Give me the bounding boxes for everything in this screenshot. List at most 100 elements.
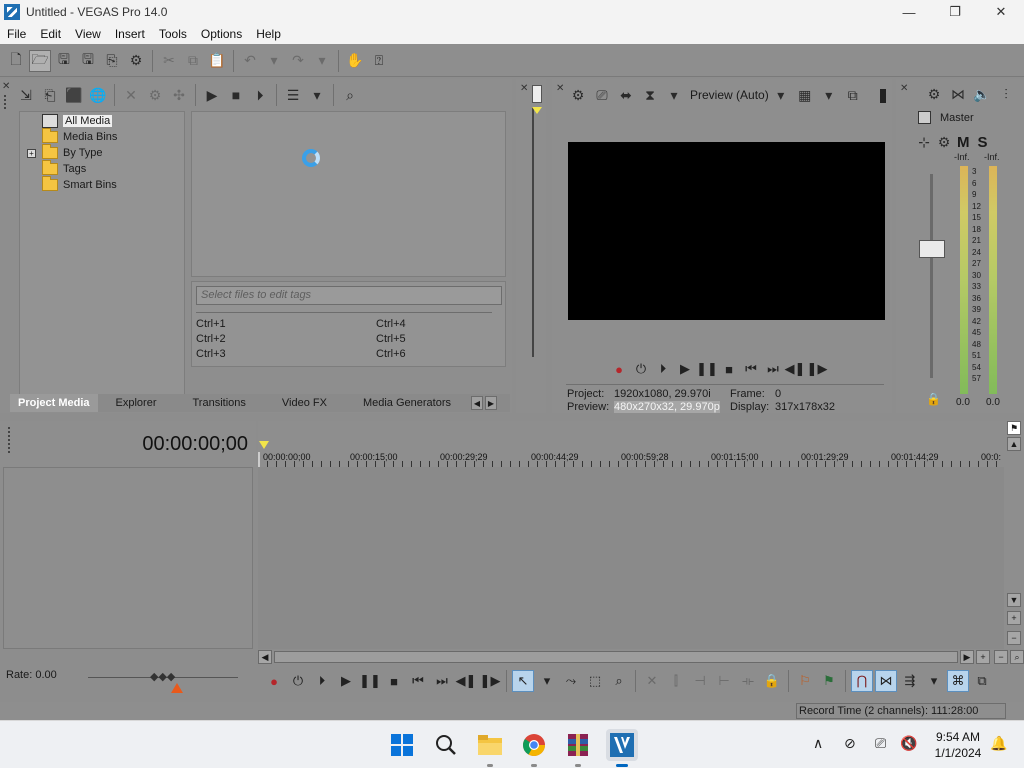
pause-icon[interactable]: ❚❚ bbox=[696, 360, 718, 378]
menu-view[interactable]: View bbox=[68, 27, 108, 41]
rate-slider-handle-icon[interactable]: ◆◆◆ bbox=[150, 670, 175, 683]
mute-button[interactable]: M bbox=[957, 134, 970, 151]
lock-icon[interactable]: 🔒 bbox=[926, 392, 941, 406]
close-panel-icon[interactable]: ✕ bbox=[900, 83, 908, 94]
maximize-button[interactable]: ❐ bbox=[932, 0, 978, 24]
scroll-up-icon[interactable]: ▲ bbox=[1007, 437, 1021, 451]
file-explorer-icon[interactable] bbox=[474, 729, 506, 767]
open-project-icon[interactable]: 🗁 bbox=[29, 49, 51, 72]
whats-this-help-icon[interactable]: ⍰ bbox=[368, 50, 390, 72]
stop-preview-icon[interactable]: ■ bbox=[225, 84, 247, 106]
views-icon[interactable]: ☰ bbox=[282, 84, 304, 106]
tag-shortcut[interactable]: Ctrl+4 bbox=[376, 318, 406, 330]
tag-shortcut[interactable]: Ctrl+6 bbox=[376, 348, 406, 360]
tag-input[interactable]: Select files to edit tags bbox=[196, 286, 502, 305]
new-project-icon[interactable]: 🗋 bbox=[5, 50, 27, 72]
mixer-properties-gear-icon[interactable]: ⚙ bbox=[923, 83, 945, 105]
next-frame-icon[interactable]: ❚▶ bbox=[806, 360, 828, 378]
go-to-start-icon[interactable]: ⏮ bbox=[740, 360, 762, 378]
quality-chevron-down-icon[interactable]: ▾ bbox=[770, 84, 792, 106]
zoom-edit-tool-icon[interactable]: ⌕ bbox=[608, 670, 630, 692]
menu-edit[interactable]: Edit bbox=[33, 27, 68, 41]
menu-options[interactable]: Options bbox=[194, 27, 249, 41]
previous-frame-icon[interactable]: ◀❚ bbox=[455, 670, 477, 692]
media-files-area[interactable] bbox=[191, 111, 506, 277]
previous-frame-icon[interactable]: ◀❚ bbox=[784, 360, 806, 378]
menu-tools[interactable]: Tools bbox=[152, 27, 194, 41]
system-clock[interactable]: 9:54 AM 1/1/2024 bbox=[930, 729, 986, 761]
record-icon[interactable]: ● bbox=[608, 360, 630, 378]
split-screen-icon[interactable]: ⬌ bbox=[615, 84, 637, 106]
notifications-bell-icon[interactable]: 🔔 bbox=[990, 735, 1007, 752]
go-to-end-icon[interactable]: ⏭ bbox=[762, 360, 784, 378]
timeline-vertical-scrollbar[interactable]: ⚑ ▲ ▼ + − bbox=[1004, 421, 1024, 649]
bus-fx-icon[interactable]: ⊹ bbox=[915, 131, 933, 153]
close-button[interactable]: ✕ bbox=[978, 0, 1024, 24]
ignore-event-grouping-icon[interactable]: ⧉ bbox=[971, 670, 993, 692]
zoom-in-horizontal-icon[interactable]: + bbox=[976, 650, 990, 664]
loop-playback-icon[interactable]: ⏻ bbox=[630, 360, 652, 378]
zoom-in-vertical-icon[interactable]: + bbox=[1007, 611, 1021, 625]
loop-playback-icon[interactable]: ⏻ bbox=[287, 670, 309, 692]
timeline-track-area[interactable] bbox=[258, 467, 1004, 649]
tree-item-all-media[interactable]: All Media bbox=[20, 113, 184, 129]
play-icon[interactable]: ▶ bbox=[335, 670, 357, 692]
tag-shortcut[interactable]: Ctrl+1 bbox=[196, 318, 226, 330]
go-to-start-icon[interactable]: ⏮ bbox=[407, 670, 429, 692]
lock-event-icon[interactable]: 🔒 bbox=[761, 670, 783, 692]
overlays-dropdown-icon[interactable]: ▾ bbox=[818, 84, 840, 106]
save-as-icon[interactable]: 🖫 bbox=[77, 50, 99, 72]
close-panel-icon[interactable]: ✕ bbox=[2, 81, 10, 92]
remove-media-icon[interactable]: ✕ bbox=[120, 84, 142, 106]
zoom-out-vertical-icon[interactable]: − bbox=[1007, 631, 1021, 645]
import-media-icon[interactable]: ⇲ bbox=[15, 84, 37, 106]
tab-scroll-right-icon[interactable]: ▶ bbox=[485, 396, 497, 410]
enable-snapping-magnet-icon[interactable]: ⋂ bbox=[851, 670, 873, 692]
auto-preview-icon[interactable]: ⏵ bbox=[249, 84, 271, 106]
tab-explorer[interactable]: Explorer bbox=[98, 394, 175, 412]
delete-icon[interactable]: ✕ bbox=[641, 670, 663, 692]
tag-shortcut[interactable]: Ctrl+3 bbox=[196, 348, 226, 360]
cut-icon[interactable]: ✂ bbox=[158, 50, 180, 72]
tab-transitions[interactable]: Transitions bbox=[175, 394, 264, 412]
master-gear-icon[interactable]: ⚙ bbox=[935, 131, 953, 153]
play-from-start-icon[interactable]: ⏵ bbox=[311, 670, 333, 692]
tree-item-tags[interactable]: Tags bbox=[20, 160, 184, 177]
search-icon[interactable] bbox=[430, 729, 462, 761]
trim-end-icon[interactable]: ⊢ bbox=[713, 670, 735, 692]
envelope-edit-tool-icon[interactable]: ⤳ bbox=[560, 670, 582, 692]
web-globe-icon[interactable]: 🌐 bbox=[87, 84, 109, 106]
next-frame-icon[interactable]: ❚▶ bbox=[479, 670, 501, 692]
tab-media-generators[interactable]: Media Generators bbox=[345, 394, 469, 412]
lock-envelopes-icon[interactable]: ⌘ bbox=[947, 670, 969, 692]
tree-item-by-type[interactable]: + By Type bbox=[20, 144, 184, 161]
overlays-grid-icon[interactable]: ▦ bbox=[794, 84, 816, 106]
go-to-end-icon[interactable]: ⏭ bbox=[431, 670, 453, 692]
redo-icon[interactable]: ↷ bbox=[287, 50, 309, 72]
video-fx-icon[interactable]: ⧗ bbox=[639, 84, 661, 106]
pause-icon[interactable]: ❚❚ bbox=[359, 670, 381, 692]
start-button-windows-icon[interactable] bbox=[386, 729, 418, 761]
network-icon[interactable]: ⊘ bbox=[844, 735, 856, 752]
tab-project-media[interactable]: Project Media bbox=[10, 394, 98, 412]
scroll-down-icon[interactable]: ▼ bbox=[1007, 593, 1021, 607]
redo-dropdown-icon[interactable]: ▾ bbox=[311, 50, 333, 72]
media-fx-icon[interactable]: ✣ bbox=[168, 84, 190, 106]
tag-shortcut[interactable]: Ctrl+5 bbox=[376, 333, 406, 345]
volume-fader[interactable] bbox=[919, 240, 945, 258]
close-panel-icon[interactable]: ✕ bbox=[556, 83, 564, 94]
solo-button[interactable]: S bbox=[978, 134, 988, 151]
selection-edit-tool-icon[interactable]: ⬚ bbox=[584, 670, 606, 692]
zoom-tool-icon[interactable]: ⌕ bbox=[1010, 650, 1024, 664]
trim-icon[interactable]: ⫿ bbox=[665, 670, 687, 692]
chrome-icon[interactable] bbox=[518, 729, 550, 767]
get-media-from-web-icon[interactable]: ⬛ bbox=[63, 84, 85, 106]
insert-region-icon[interactable]: ⚑ bbox=[818, 670, 840, 692]
insert-marker-icon[interactable]: ⚐ bbox=[794, 670, 816, 692]
scroll-left-icon[interactable]: ◀ bbox=[258, 650, 272, 664]
trim-start-icon[interactable]: ⊣ bbox=[689, 670, 711, 692]
menu-help[interactable]: Help bbox=[249, 27, 288, 41]
trimmer-scrollbar[interactable] bbox=[532, 107, 534, 357]
copy-icon[interactable]: ⧉ bbox=[182, 50, 204, 72]
tab-video-fx[interactable]: Video FX bbox=[264, 394, 345, 412]
